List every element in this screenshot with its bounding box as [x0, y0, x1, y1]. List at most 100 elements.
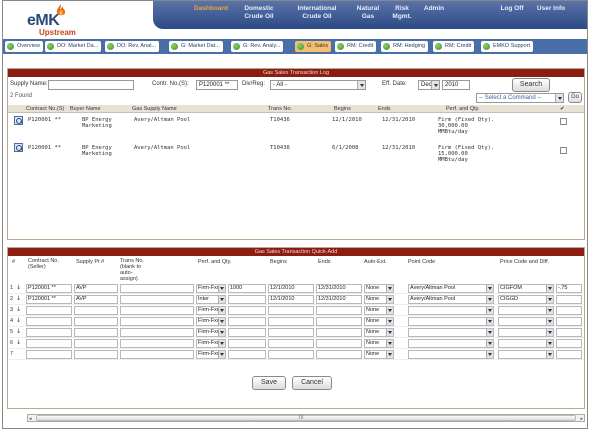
point-code-select[interactable]: Avery/Altman Pool	[408, 295, 494, 304]
supply-pt-input[interactable]	[74, 328, 118, 337]
diff-input[interactable]	[556, 317, 582, 326]
tab-g-sales[interactable]: G: Sales	[295, 41, 332, 52]
view-icon[interactable]	[14, 143, 23, 152]
begins-input[interactable]	[268, 339, 314, 348]
arrow-down-icon[interactable]: ↓	[16, 328, 21, 335]
qty-input[interactable]	[228, 295, 266, 304]
tab-rm-credit-2[interactable]: RM: Credit	[433, 41, 475, 52]
diff-input[interactable]: -.75	[556, 284, 582, 293]
ends-input[interactable]: 12/31/2010	[316, 295, 362, 304]
arrow-down-icon[interactable]: ↓	[16, 306, 21, 313]
diff-input[interactable]	[556, 295, 582, 304]
perf-select[interactable]: Firm-Fxd	[196, 306, 226, 315]
scroll-left-icon[interactable]: ◂	[29, 416, 32, 422]
nav-domestic-crude[interactable]: Domestic Crude Oil	[235, 5, 283, 21]
perf-select[interactable]: Firm-Fxd	[196, 317, 226, 326]
div-reg-select[interactable]: - All -	[270, 80, 366, 90]
supply-pt-input[interactable]	[74, 317, 118, 326]
nav-natural-gas[interactable]: Natural Gas	[353, 5, 383, 21]
supply-pt-input[interactable]	[74, 306, 118, 315]
auto-ext-select[interactable]: None	[364, 295, 394, 304]
arrow-down-icon[interactable]: ↓	[16, 284, 21, 291]
diff-input[interactable]	[556, 306, 582, 315]
eff-month-select[interactable]: Dec	[418, 80, 440, 90]
contract-input[interactable]	[26, 350, 72, 359]
trans-no-input[interactable]	[120, 306, 194, 315]
ends-input[interactable]: 12/31/2010	[316, 284, 362, 293]
tab-g-market-data[interactable]: G: Market Dat...	[169, 41, 223, 52]
auto-ext-select[interactable]: None	[364, 306, 394, 315]
search-button[interactable]: Search	[512, 78, 550, 92]
go-button[interactable]: Go	[568, 92, 582, 103]
begins-input[interactable]	[268, 317, 314, 326]
auto-ext-select[interactable]: None	[364, 317, 394, 326]
command-select[interactable]: -- Select a Command --	[476, 93, 564, 103]
begins-input[interactable]: 12/1/2010	[268, 295, 314, 304]
tab-g-rev-analy[interactable]: G: Rev. Analy...	[231, 41, 284, 52]
tab-rm-credit[interactable]: RM: Credit	[335, 41, 377, 52]
point-code-select[interactable]	[408, 317, 494, 326]
diff-input[interactable]	[556, 339, 582, 348]
price-code-select[interactable]: CIGGD	[498, 295, 554, 304]
scrollbar-thumb[interactable]: III	[36, 415, 576, 421]
trans-no-input[interactable]	[120, 339, 194, 348]
trans-no-input[interactable]	[120, 284, 194, 293]
qty-input[interactable]: 1000	[228, 284, 266, 293]
trans-no-input[interactable]	[120, 295, 194, 304]
nav-risk-mgmt[interactable]: Risk Mgmt.	[389, 5, 415, 21]
nav-dashboard[interactable]: Dashboard	[191, 5, 231, 13]
tab-do-market-data[interactable]: DO: Market Da...	[45, 41, 102, 52]
diff-input[interactable]	[556, 350, 582, 359]
contract-input[interactable]	[26, 306, 72, 315]
eff-year-input[interactable]: 2010	[442, 80, 470, 90]
price-code-select[interactable]	[498, 339, 554, 348]
nav-international-crude[interactable]: International Crude Oil	[288, 5, 346, 21]
diff-input[interactable]	[556, 328, 582, 337]
ends-input[interactable]	[316, 350, 362, 359]
trans-no-input[interactable]	[120, 328, 194, 337]
price-code-select[interactable]	[498, 328, 554, 337]
perf-select[interactable]: Firm-Fxd	[196, 284, 226, 293]
contract-input[interactable]	[26, 317, 72, 326]
trans-no-input[interactable]	[120, 350, 194, 359]
row-checkbox[interactable]	[560, 118, 567, 125]
auto-ext-select[interactable]: None	[364, 339, 394, 348]
price-code-select[interactable]	[498, 306, 554, 315]
begins-input[interactable]: 12/1/2010	[268, 284, 314, 293]
tab-overview[interactable]: Overview	[5, 41, 43, 52]
qty-input[interactable]	[228, 328, 266, 337]
save-button[interactable]: Save	[252, 376, 286, 390]
contract-input[interactable]: P120001 **	[26, 295, 72, 304]
perf-select[interactable]: Firm-Fxd	[196, 350, 226, 359]
point-code-select[interactable]: Avery/Altman Pool	[408, 284, 494, 293]
nav-log-off[interactable]: Log Off	[498, 5, 526, 13]
perf-select[interactable]: Firm-Fxd	[196, 328, 226, 337]
point-code-select[interactable]	[408, 339, 494, 348]
qty-input[interactable]	[228, 350, 266, 359]
ends-input[interactable]	[316, 339, 362, 348]
col-select-all[interactable]: ✔	[560, 105, 565, 113]
begins-input[interactable]	[268, 350, 314, 359]
contract-input[interactable]	[26, 339, 72, 348]
tab-rm-hedging[interactable]: RM: Hedging	[381, 41, 429, 52]
qty-input[interactable]	[228, 339, 266, 348]
qty-input[interactable]	[228, 306, 266, 315]
point-code-select[interactable]	[408, 306, 494, 315]
price-code-select[interactable]	[498, 317, 554, 326]
nav-admin[interactable]: Admin	[421, 5, 447, 13]
tab-emko-support[interactable]: EMKO Support	[481, 41, 533, 52]
qty-input[interactable]	[228, 317, 266, 326]
auto-ext-select[interactable]: None	[364, 328, 394, 337]
scroll-right-icon[interactable]: ▸	[580, 416, 583, 422]
supply-pt-input[interactable]	[74, 339, 118, 348]
perf-select[interactable]: Inter	[196, 295, 226, 304]
ends-input[interactable]	[316, 306, 362, 315]
point-code-select[interactable]	[408, 350, 494, 359]
supply-pt-input[interactable]: AVP	[74, 284, 118, 293]
supply-pt-input[interactable]	[74, 350, 118, 359]
point-code-select[interactable]	[408, 328, 494, 337]
supply-pt-input[interactable]: AVP	[74, 295, 118, 304]
contract-input[interactable]	[26, 328, 72, 337]
trans-no-input[interactable]	[120, 317, 194, 326]
arrow-down-icon[interactable]: ↓	[16, 295, 21, 302]
